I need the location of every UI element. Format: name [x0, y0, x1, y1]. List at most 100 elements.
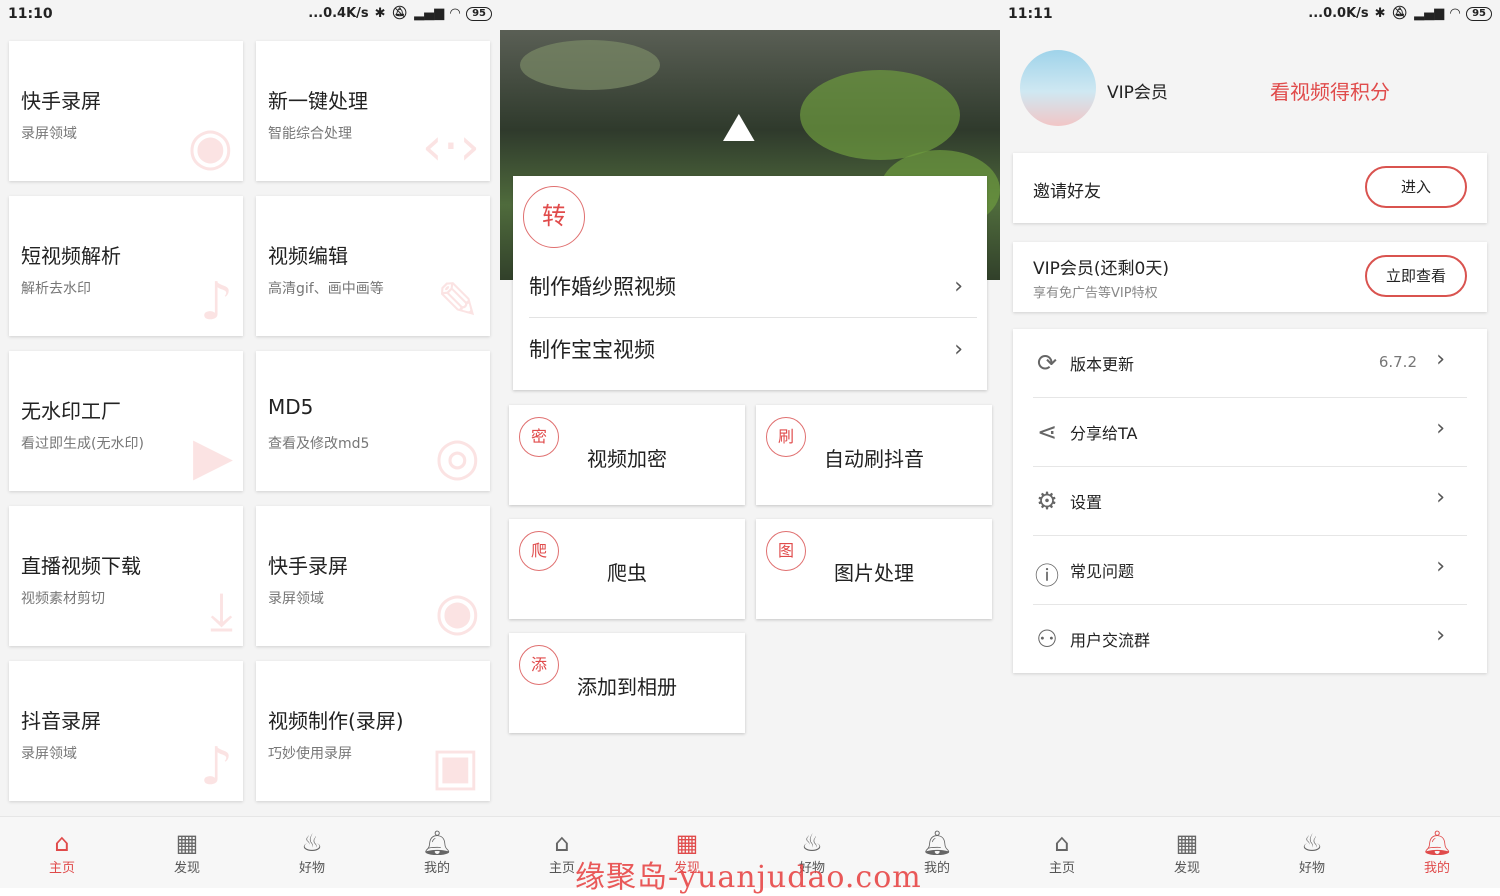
nav-mine[interactable]: 🔔︎ 我的 — [397, 829, 477, 876]
vip-subtitle: 享有免广告等VIP特权 — [1033, 286, 1158, 301]
nav-home[interactable]: ⌂ 主页 — [22, 829, 102, 876]
invite-friends-box: 邀请好友 进入 — [1013, 153, 1487, 223]
card-subtitle: 看过即生成(无水印) — [21, 436, 144, 452]
menu-settings[interactable]: ⚙ 设置 › — [1033, 467, 1467, 536]
auto-scroll-douyin-tile[interactable]: 刷 自动刷抖音 — [756, 405, 992, 505]
bluetooth-icon: ✱ — [1374, 6, 1386, 21]
tile-label: 图片处理 — [834, 561, 914, 585]
card-title: 快手录屏 — [268, 554, 348, 578]
nav-mine[interactable]: 🔔︎ 我的 — [1397, 829, 1477, 876]
chevron-right-icon: › — [1436, 347, 1445, 372]
version-value: 6.7.2 — [1378, 353, 1417, 371]
nav-label: 发现 — [1173, 861, 1200, 876]
card-subtitle: 录屏领域 — [21, 746, 77, 762]
nav-home[interactable]: ⌂ 主页 — [1022, 829, 1102, 876]
group-add-icon: ⚇ — [1036, 625, 1058, 653]
make-video-panel: 转 制作婚纱照视频 › 制作宝宝视频 › — [513, 176, 987, 390]
make-baby-video-row[interactable]: 制作宝宝视频 › — [529, 319, 977, 381]
nav-goods[interactable]: ♨ 好物 — [272, 829, 352, 876]
feature-card[interactable]: MD5 查看及修改md5 ◎ — [256, 351, 490, 491]
flame-icon: ♨ — [301, 829, 323, 857]
crawler-tile[interactable]: 爬 爬虫 — [509, 519, 745, 619]
feature-card[interactable]: 短视频解析 解析去水印 ♪ — [9, 196, 243, 336]
card-title: 视频编辑 — [268, 244, 348, 268]
menu-share[interactable]: ⋖ 分享给TA › — [1033, 398, 1467, 467]
feature-card[interactable]: 视频制作(录屏) 巧妙使用录屏 ▣ — [256, 661, 490, 801]
chevron-right-icon: › — [1436, 485, 1445, 510]
row-label: 制作婚纱照视频 — [529, 275, 676, 299]
card-subtitle: 录屏领域 — [21, 126, 77, 142]
signal-icon: ▂▄▆ — [414, 6, 445, 21]
menu-faq[interactable]: ⓘ 常见问题 › — [1033, 536, 1467, 605]
home-icon: ⌂ — [54, 829, 70, 857]
nav-label: 好物 — [1298, 861, 1325, 876]
menu-label: 常见问题 — [1070, 562, 1135, 581]
card-title: MD5 — [268, 395, 314, 419]
mute-icon: 🔕︎ — [391, 6, 409, 21]
home-icon: ⌂ — [1054, 829, 1070, 857]
card-subtitle: 视频素材剪切 — [21, 591, 105, 607]
feature-card[interactable]: 无水印工厂 看过即生成(无水印) ▶ — [9, 351, 243, 491]
avatar[interactable] — [1020, 50, 1096, 126]
refresh-icon: ⟳ — [1036, 349, 1058, 377]
status-bar: 11:10 ...0.4K/s ✱ 🔕︎ ▂▄▆ ◠ 95 — [0, 0, 500, 30]
chevron-right-icon: › — [1436, 416, 1445, 441]
feature-card[interactable]: 新一键处理 智能综合处理 ‹·› — [256, 41, 490, 181]
chevron-right-icon: › — [1436, 623, 1445, 648]
wifi-icon: ◠ — [1450, 6, 1461, 21]
nav-label: 好物 — [298, 861, 325, 876]
image-processing-tile[interactable]: 图 图片处理 — [756, 519, 992, 619]
vip-view-button[interactable]: 立即查看 — [1365, 255, 1467, 297]
invite-enter-button[interactable]: 进入 — [1365, 166, 1467, 208]
nav-label: 我的 — [423, 861, 450, 876]
add-to-album-tile[interactable]: 添 添加到相册 — [509, 633, 745, 733]
make-wedding-video-row[interactable]: 制作婚纱照视频 › — [529, 256, 977, 318]
card-subtitle: 查看及修改md5 — [268, 436, 370, 452]
earn-points-link[interactable]: 看视频得积分 — [1270, 76, 1390, 105]
tile-label: 自动刷抖音 — [824, 447, 924, 471]
nav-goods[interactable]: ♨ 好物 — [1272, 829, 1352, 876]
nav-label: 主页 — [1048, 861, 1075, 876]
status-time: 11:11 — [1008, 6, 1053, 22]
feature-card[interactable]: 抖音录屏 录屏领域 ♪ — [9, 661, 243, 801]
nav-label: 主页 — [48, 861, 75, 876]
camera-logo-icon: ⛰ — [722, 105, 756, 151]
profile-header: VIP会员 看视频得积分 — [1000, 30, 1500, 145]
card-subtitle: 巧妙使用录屏 — [268, 746, 352, 762]
share-icon: ⋖ — [1036, 418, 1058, 446]
feature-card[interactable]: 视频编辑 高清gif、画中画等 ✎ — [256, 196, 490, 336]
menu-version-update[interactable]: ⟳ 版本更新 6.7.2 › — [1033, 329, 1467, 398]
card-title: 新一键处理 — [268, 89, 368, 113]
menu-label: 用户交流群 — [1070, 631, 1151, 650]
play-icon: ▶ — [193, 427, 233, 487]
vip-title: VIP会员(还剩0天) — [1033, 259, 1169, 279]
card-title: 直播视频下载 — [21, 554, 141, 578]
card-title: 短视频解析 — [21, 244, 121, 268]
grid-icon: ▦ — [1175, 829, 1199, 857]
feature-card[interactable]: 快手录屏 录屏领域 ◉ — [256, 506, 490, 646]
signal-icon: ▂▄▆ — [1414, 6, 1445, 21]
settings-menu: ⟳ 版本更新 6.7.2 › ⋖ 分享给TA › ⚙ 设置 › ⓘ 常见问题 ›… — [1013, 329, 1487, 673]
nav-discover[interactable]: ▦ 发现 — [1147, 829, 1227, 876]
tile-label: 视频加密 — [587, 447, 667, 471]
target-icon: ◎ — [434, 427, 480, 487]
gear-icon: ⚙ — [1036, 487, 1058, 515]
home-screen: 11:10 ...0.4K/s ✱ 🔕︎ ▂▄▆ ◠ 95 快手录屏 录屏领域 … — [0, 0, 500, 888]
status-bar: 11:11 ...0.0K/s ✱ 🔕︎ ▂▄▆ ◠ 95 — [1000, 0, 1500, 30]
feature-card[interactable]: 直播视频下载 视频素材剪切 ⤓ — [9, 506, 243, 646]
battery-icon: 95 — [1466, 6, 1492, 21]
menu-user-group[interactable]: ⚇ 用户交流群 › — [1033, 605, 1467, 674]
download-icon: ⤓ — [210, 582, 233, 642]
code-icon: ‹·› — [421, 117, 480, 177]
feature-card[interactable]: 快手录屏 录屏领域 ◉ — [9, 41, 243, 181]
flame-icon: ♨ — [1301, 829, 1323, 857]
tiktok-icon: ♪ — [199, 737, 233, 797]
watermark: 缘聚岛-yuanjudao.com — [575, 860, 922, 895]
camera-icon: ◉ — [187, 117, 233, 177]
nav-discover[interactable]: ▦ 发现 — [147, 829, 227, 876]
menu-label: 分享给TA — [1070, 424, 1138, 443]
video-encrypt-tile[interactable]: 密 视频加密 — [509, 405, 745, 505]
bottom-nav: ⌂ 主页 ▦ 发现 ♨ 好物 🔔︎ 我的 — [0, 816, 500, 888]
nav-label: 我的 — [923, 861, 950, 876]
card-subtitle: 解析去水印 — [21, 281, 91, 297]
